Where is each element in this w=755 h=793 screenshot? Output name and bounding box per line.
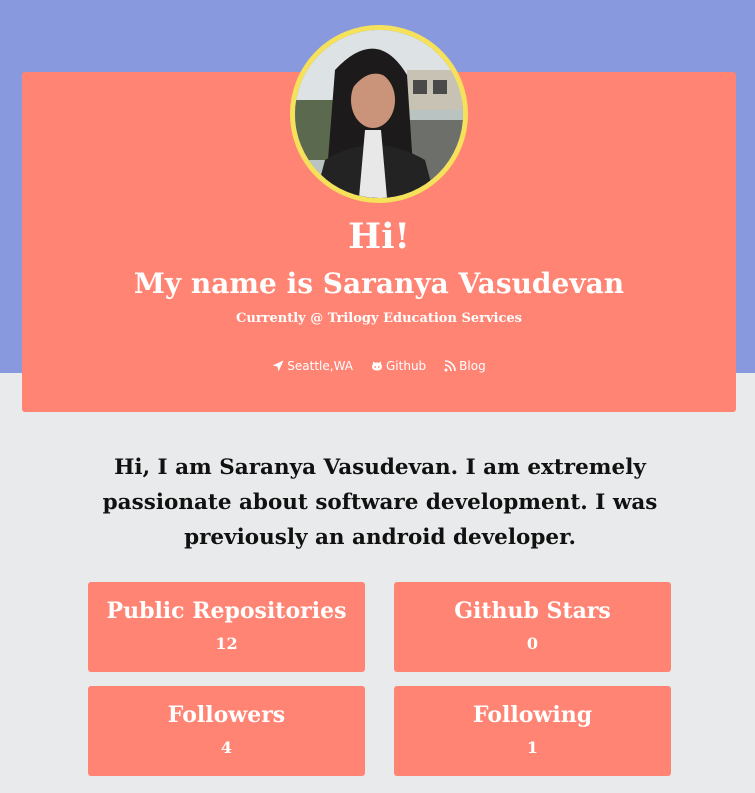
stat-title: Followers <box>167 702 286 728</box>
profile-avatar <box>290 25 468 203</box>
stat-value: 12 <box>215 634 238 653</box>
location-label: Seattle,WA <box>287 359 353 373</box>
bio-text: Hi, I am Saranya Vasudevan. I am extreme… <box>102 455 658 550</box>
profile-links: Seattle,WA Github Blog <box>22 359 736 373</box>
profile-photo <box>295 30 463 198</box>
profile-name: My name is Saranya Vasudevan <box>133 267 625 300</box>
location-arrow-icon <box>272 360 284 372</box>
stat-title: Following <box>472 702 593 728</box>
stat-value: 0 <box>526 634 539 653</box>
blog-link[interactable]: Blog <box>444 359 486 373</box>
stat-title: Github Stars <box>454 598 611 624</box>
github-icon <box>372 361 382 371</box>
stat-value: 1 <box>526 738 539 757</box>
github-link[interactable]: Github <box>371 359 426 373</box>
stat-card-github-stars: Github Stars 0 <box>394 582 671 672</box>
rss-icon <box>444 360 456 372</box>
stat-value: 4 <box>220 738 233 757</box>
stat-card-following: Following 1 <box>394 686 671 776</box>
stat-card-followers: Followers 4 <box>88 686 365 776</box>
blog-label: Blog <box>459 359 486 373</box>
stat-card-public-repositories: Public Repositories 12 <box>88 582 365 672</box>
stat-title: Public Repositories <box>106 598 347 624</box>
location-link[interactable]: Seattle,WA <box>272 359 353 373</box>
company-line: Currently @ Trilogy Education Services <box>236 311 522 326</box>
profile-page: Hi! My name is Saranya Vasudevan Current… <box>0 0 755 793</box>
github-label: Github <box>386 359 427 373</box>
greeting-heading: Hi! <box>348 216 410 257</box>
